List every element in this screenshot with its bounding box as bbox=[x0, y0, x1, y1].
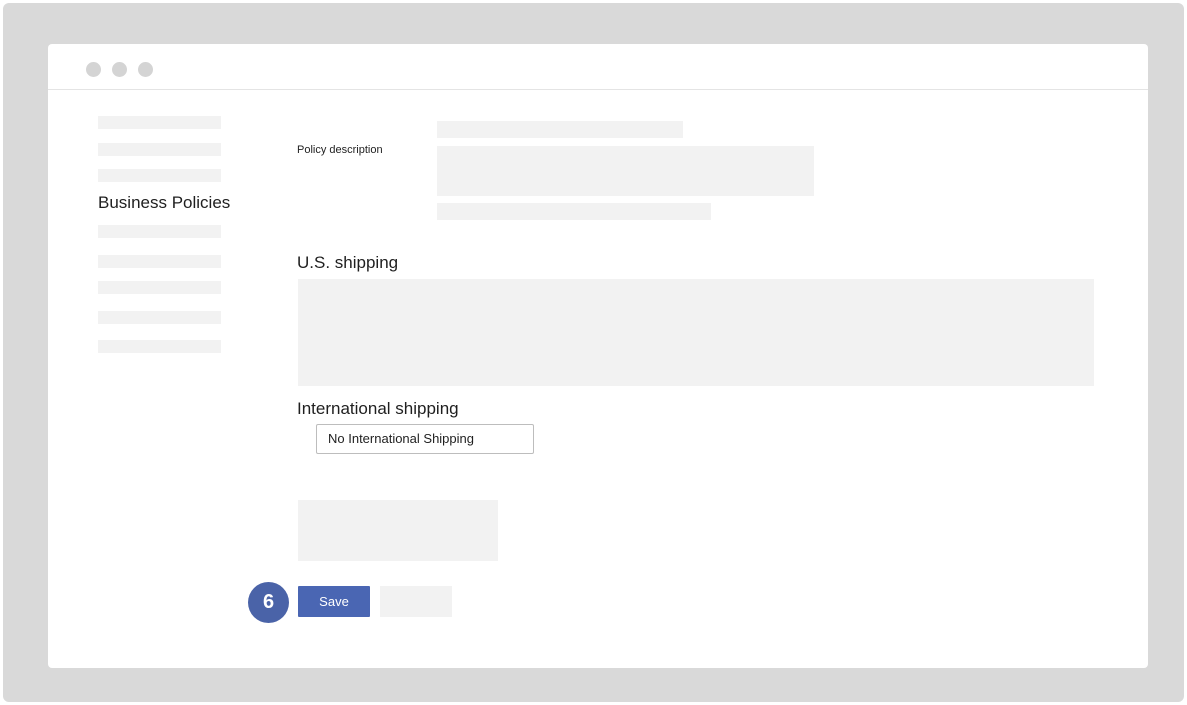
international-shipping-heading: International shipping bbox=[297, 399, 459, 418]
policy-description-hint-placeholder bbox=[437, 203, 711, 220]
sidebar-item-placeholder[interactable] bbox=[98, 281, 221, 294]
us-shipping-heading: U.S. shipping bbox=[297, 253, 399, 272]
sidebar-item-placeholder[interactable] bbox=[98, 255, 221, 268]
sidebar-item-placeholder[interactable] bbox=[98, 116, 221, 129]
policy-name-placeholder[interactable] bbox=[437, 121, 683, 138]
us-shipping-options-placeholder[interactable] bbox=[298, 279, 1094, 386]
policy-description-label: Policy description bbox=[297, 144, 383, 156]
sidebar-item-placeholder[interactable] bbox=[98, 311, 221, 324]
window-minimize-dot[interactable] bbox=[112, 62, 127, 77]
sidebar-item-placeholder[interactable] bbox=[98, 340, 221, 353]
window-close-dot[interactable] bbox=[86, 62, 101, 77]
additional-settings-placeholder bbox=[298, 500, 498, 561]
outer-frame: Business Policies Policy description U.S… bbox=[3, 3, 1184, 702]
sidebar-item-business-policies[interactable]: Business Policies bbox=[98, 193, 230, 213]
sidebar-item-placeholder[interactable] bbox=[98, 225, 221, 238]
international-shipping-select[interactable]: No International Shipping bbox=[316, 424, 534, 454]
sidebar-item-placeholder[interactable] bbox=[98, 143, 221, 156]
step-number-badge: 6 bbox=[248, 582, 289, 623]
save-button[interactable]: Save bbox=[298, 586, 370, 617]
window-title-bar bbox=[48, 44, 1148, 90]
cancel-button-placeholder[interactable] bbox=[380, 586, 452, 617]
browser-window: Business Policies Policy description U.S… bbox=[48, 44, 1148, 668]
window-maximize-dot[interactable] bbox=[138, 62, 153, 77]
sidebar-item-placeholder[interactable] bbox=[98, 169, 221, 182]
policy-description-input[interactable] bbox=[437, 146, 814, 196]
